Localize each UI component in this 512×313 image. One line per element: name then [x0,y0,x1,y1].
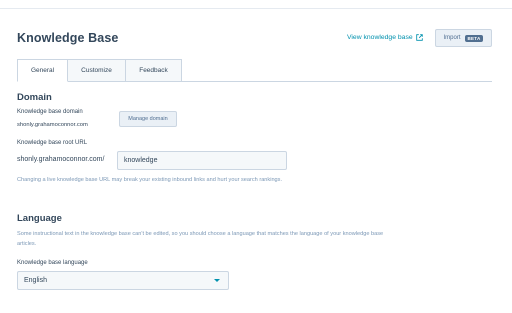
page-title: Knowledge Base [17,31,119,45]
domain-section-title: Domain [17,92,52,103]
tabs-divider [182,81,492,82]
settings-tabs: General Customize Feedback [17,59,182,82]
external-link-icon [415,34,423,41]
view-knowledge-base-label: View knowledge base [347,34,413,41]
language-description: Some instructional text in the knowledge… [17,231,384,247]
top-divider [0,8,512,9]
language-section-title: Language [17,213,62,224]
language-select[interactable]: English [17,271,229,290]
root-url-input[interactable]: knowledge [117,151,287,170]
tab-general[interactable]: General [17,59,68,82]
language-field-label: Knowledge base language [17,260,88,266]
tab-feedback[interactable]: Feedback [126,59,182,82]
language-selected-value: English [24,277,47,284]
root-url-label: Knowledge base root URL [17,140,88,146]
import-label: Import [443,35,461,41]
domain-value: shonly.grahamoconnor.com [17,122,88,128]
view-knowledge-base-link[interactable]: View knowledge base [347,34,423,41]
caret-down-icon [214,279,220,282]
url-change-warning: Changing a live knowledge base URL may b… [17,177,283,183]
beta-badge: BETA [464,34,484,42]
tab-customize[interactable]: Customize [68,59,126,82]
manage-domain-button[interactable]: Manage domain [119,111,177,127]
root-url-prefix: shonly.grahamoconnor.com/ [17,156,105,163]
domain-field-label: Knowledge base domain [17,109,83,115]
import-button[interactable]: Import BETA [435,29,492,47]
